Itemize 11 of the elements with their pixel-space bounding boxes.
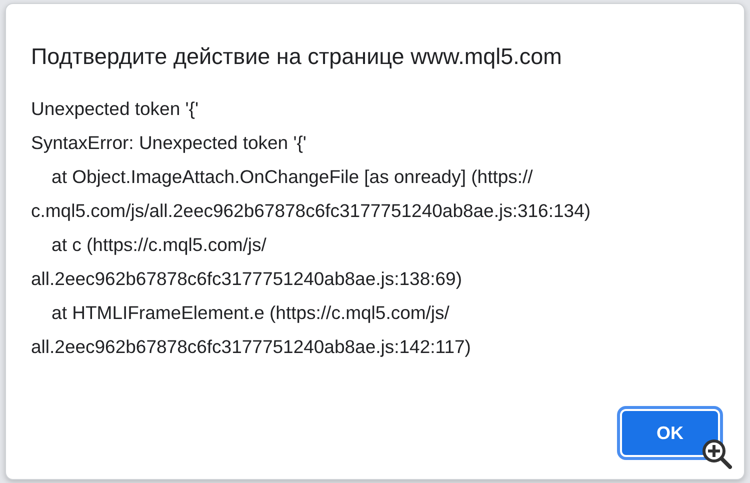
ok-button[interactable]: OK [620,409,720,457]
zoom-in-cursor-icon [702,439,732,469]
message-line: at HTMLIFrameElement.e (https://c.mql5.com/js/ [50,300,450,325]
message-line: all.2eec962b67878c6fc3177751240ab8ae.js:138:69) [31,266,464,291]
message-line: Unexpected token '{' [31,96,200,121]
message-line: all.2eec962b67878c6fc3177751240ab8ae.js:142:117) [31,334,472,359]
dialog-title: Подтвердите действие на странице www.mql5.com [31,43,563,71]
message-line: at c (https://c.mql5.com/js/ [50,232,268,257]
message-line: c.mql5.com/js/all.2eec962b67878c6fc3177751240ab8ae.js:316:134) [31,198,592,223]
message-line: SyntaxError: Unexpected token '{' [31,130,308,155]
message-line: at Object.ImageAttach.OnChangeFile [as onready] (https:// [50,164,534,189]
